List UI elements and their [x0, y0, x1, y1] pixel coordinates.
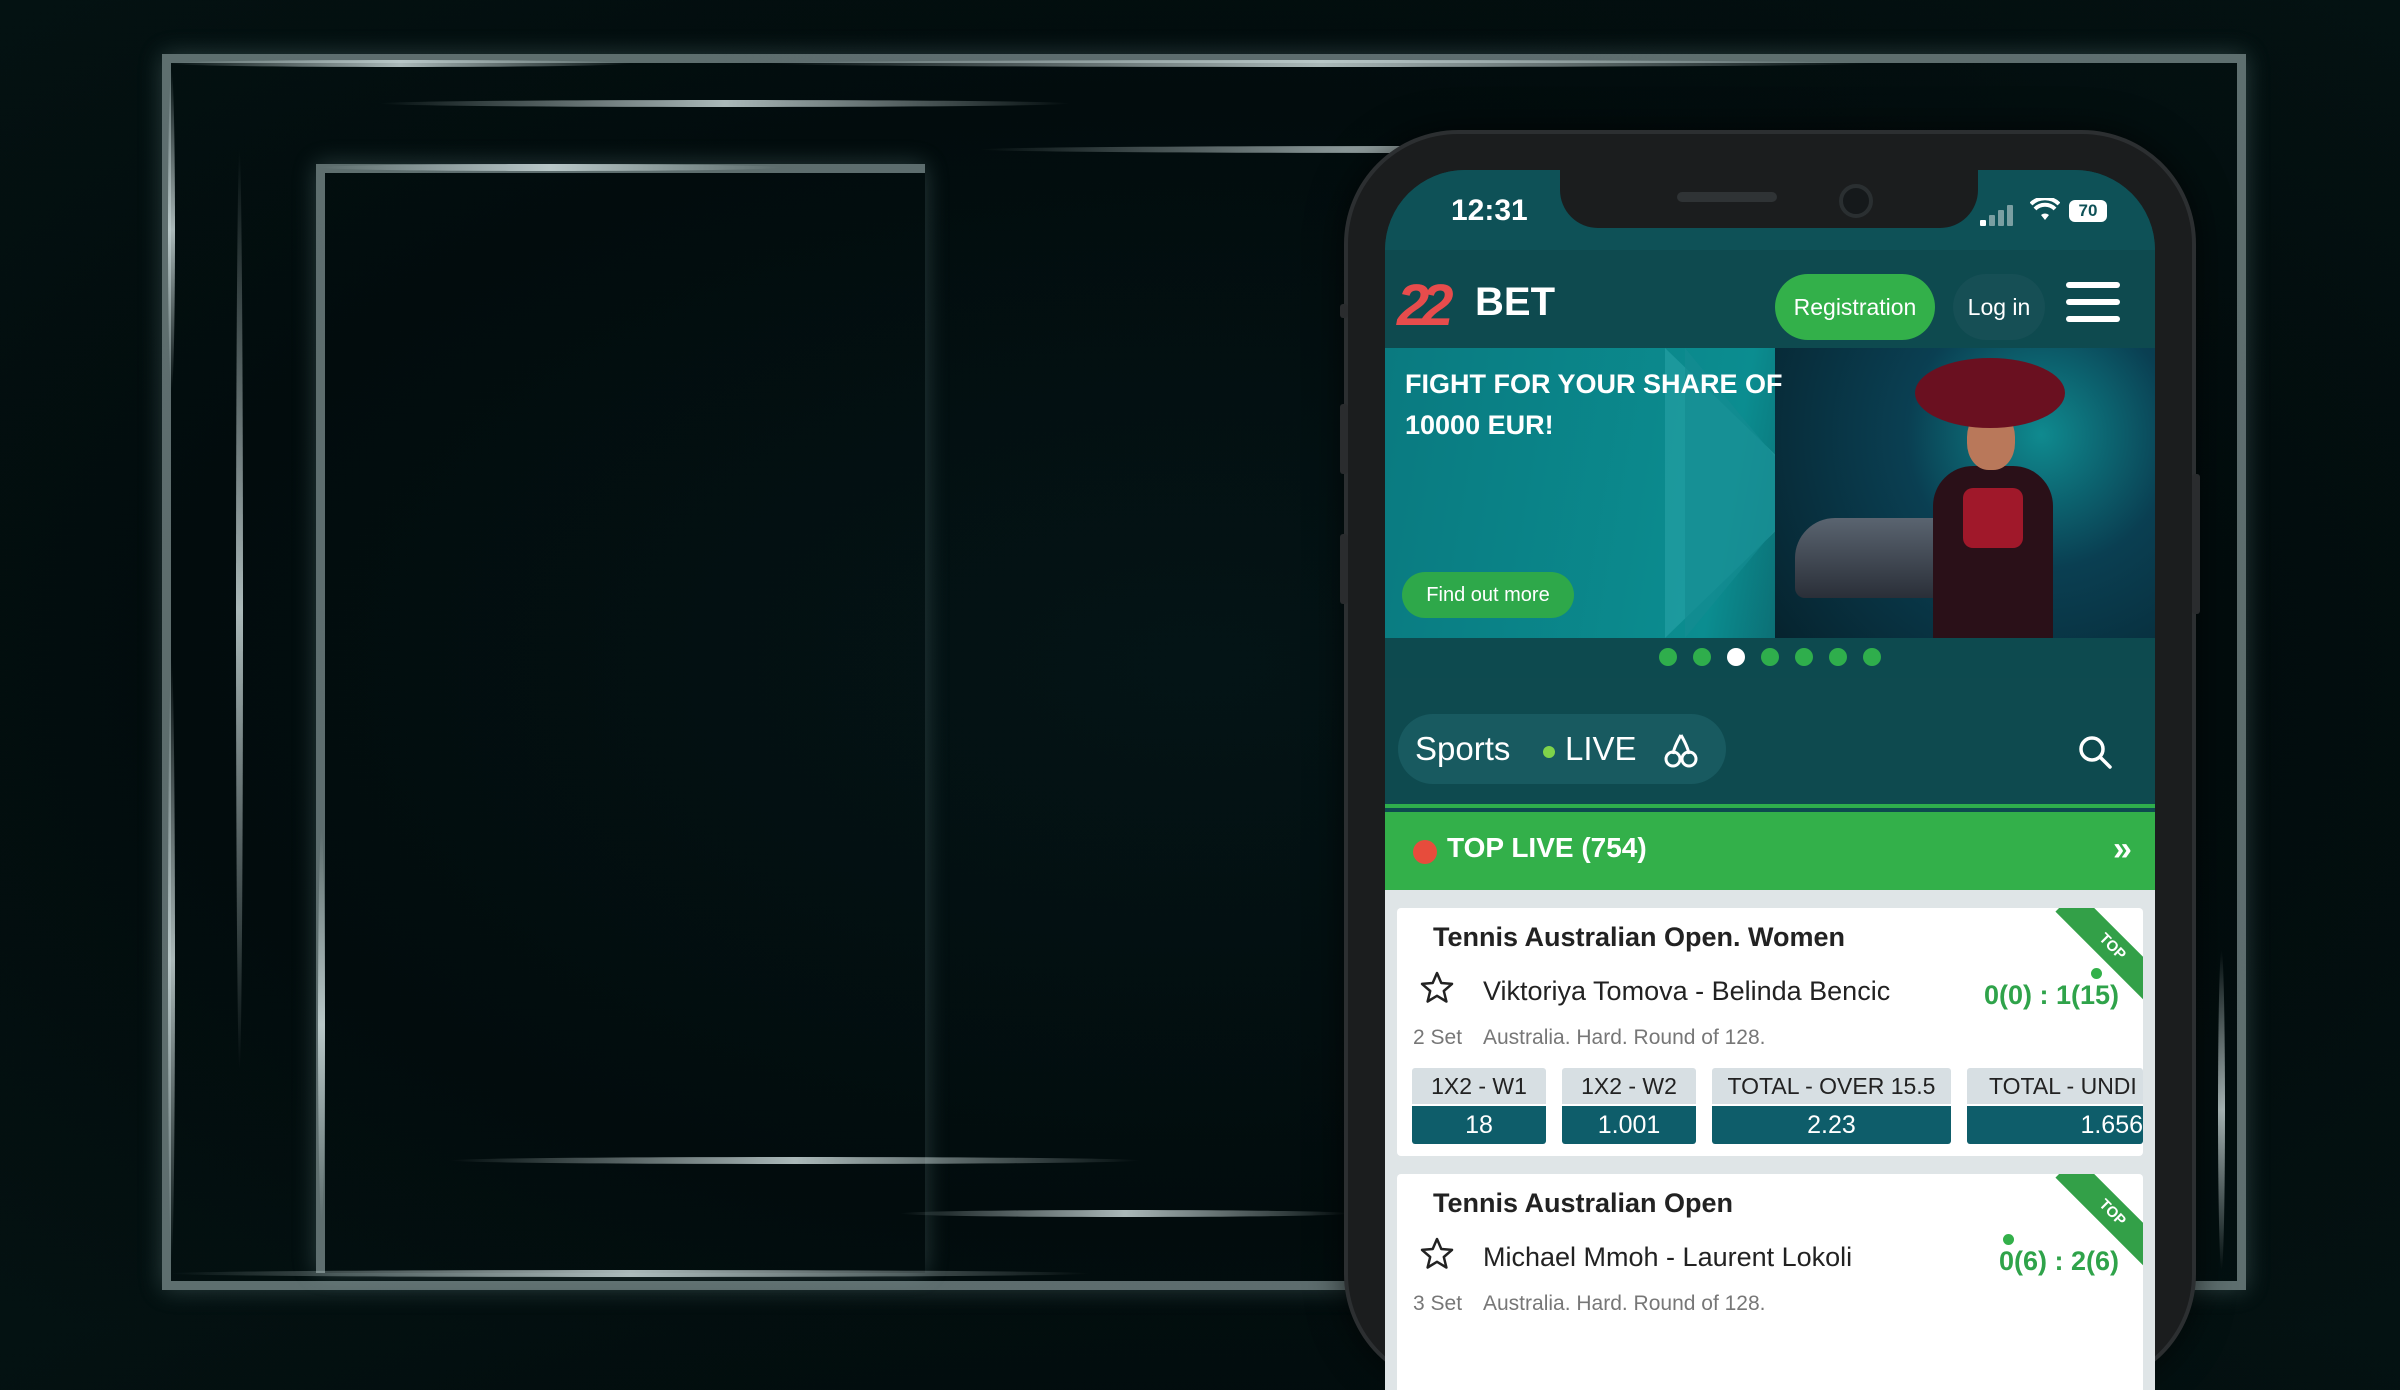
odd-label: TOTAL - UNDI	[1967, 1068, 2143, 1104]
phone-volume-down	[1340, 534, 1348, 604]
league-name: Tennis Australian Open	[1433, 1188, 1734, 1218]
site-header: 22 BET Registration Log in	[1385, 250, 2155, 348]
light-streak	[770, 60, 1870, 67]
odd-label: 1X2 - W2	[1562, 1068, 1696, 1104]
top-live-header[interactable]: TOP LIVE (754) »	[1385, 812, 2155, 890]
background-inner-frame	[316, 164, 925, 1273]
nav-live-tab[interactable]: LIVE	[1565, 730, 1637, 768]
22bet-logo[interactable]: 22 BET	[1397, 272, 1567, 338]
light-streak	[900, 1210, 1350, 1217]
cherries-icon[interactable]	[1663, 732, 1699, 768]
carousel-dot[interactable]	[1761, 648, 1779, 666]
speaker-grille	[1677, 192, 1777, 202]
live-indicator-dot	[1543, 746, 1555, 758]
woman-illustration-dress	[1963, 488, 2023, 548]
promo-banner[interactable]: FIGHT FOR YOUR SHARE OF 10000 EUR! Find …	[1385, 348, 2155, 638]
carousel-dots	[1385, 638, 2155, 678]
match-card[interactable]: TOP Tennis Australian Open Michael Mmoh …	[1397, 1174, 2143, 1390]
light-streak	[168, 660, 175, 1260]
star-icon[interactable]	[1419, 970, 1455, 1006]
hamburger-menu-icon[interactable]	[2066, 282, 2120, 326]
logo-mark: 22	[1397, 273, 1453, 338]
battery-indicator: 70	[2069, 200, 2107, 222]
light-streak	[318, 830, 325, 1220]
login-button[interactable]: Log in	[1953, 274, 2045, 340]
woman-illustration-hat	[1915, 358, 2065, 428]
live-record-icon	[1413, 840, 1437, 864]
carousel-dot[interactable]	[1795, 648, 1813, 666]
light-streak	[320, 164, 780, 171]
odd-cell[interactable]: 1X2 - W1 18	[1412, 1068, 1546, 1144]
nav-underline	[1385, 804, 2155, 808]
light-streak	[450, 1157, 1140, 1164]
find-out-more-button[interactable]: Find out more	[1402, 572, 1574, 618]
carousel-dot-active[interactable]	[1727, 648, 1745, 666]
odd-value: 2.23	[1712, 1106, 1951, 1144]
status-time: 12:31	[1451, 194, 1528, 227]
logo-text: BET	[1475, 280, 1555, 324]
nav-sports-tab[interactable]: Sports	[1415, 730, 1510, 768]
phone-screen: 12:31 70 22 BET Registration Log in FIGH…	[1385, 170, 2155, 1390]
phone-mockup: 12:31 70 22 BET Registration Log in FIGH…	[1340, 134, 2200, 1390]
odd-value: 18	[1412, 1106, 1546, 1144]
phone-volume-up	[1340, 404, 1348, 474]
odd-value: 1.656	[1967, 1106, 2143, 1144]
match-set: 3 Set	[1413, 1292, 1463, 1315]
carousel-dot[interactable]	[1829, 648, 1847, 666]
odd-cell[interactable]: TOTAL - OVER 15.5 2.23	[1712, 1068, 1951, 1144]
odd-cell[interactable]: TOTAL - UNDI 1.656	[1967, 1068, 2143, 1144]
status-bar: 12:31 70	[1385, 170, 2155, 250]
carousel-dot[interactable]	[1659, 648, 1677, 666]
match-score: 0(0) : 1(15)	[1983, 980, 2119, 1010]
sports-navbar: Sports LIVE	[1385, 678, 2155, 808]
odd-value: 1.001	[1562, 1106, 1696, 1144]
front-camera	[1839, 184, 1873, 218]
phone-side-button	[1340, 304, 1348, 318]
star-icon[interactable]	[1419, 1236, 1455, 1272]
cellular-signal-icon	[1980, 204, 2020, 226]
banner-title: FIGHT FOR YOUR SHARE OF 10000 EUR!	[1405, 369, 1783, 440]
phone-notch	[1560, 170, 1978, 228]
match-card[interactable]: TOP Tennis Australian Open. Women Viktor…	[1397, 908, 2143, 1156]
double-chevron-right-icon[interactable]: »	[2113, 830, 2132, 869]
match-teams: Michael Mmoh - Laurent Lokoli	[1483, 1242, 1853, 1272]
light-streak	[168, 70, 175, 390]
light-streak	[170, 1270, 1090, 1277]
light-streak	[2218, 950, 2225, 1270]
match-set: 2 Set	[1413, 1026, 1463, 1049]
match-info: Australia. Hard. Round of 128.	[1483, 1292, 1766, 1315]
search-icon[interactable]	[2077, 734, 2113, 770]
phone-power-button	[2192, 474, 2200, 614]
serve-indicator-dot	[2091, 968, 2102, 979]
wifi-icon	[2029, 196, 2061, 229]
carousel-dot[interactable]	[1693, 648, 1711, 666]
registration-button[interactable]: Registration	[1775, 274, 1935, 340]
odd-cell[interactable]: 1X2 - W2 1.001	[1562, 1068, 1696, 1144]
match-info: Australia. Hard. Round of 128.	[1483, 1026, 1766, 1049]
league-name: Tennis Australian Open. Women	[1433, 922, 1846, 952]
light-streak	[236, 150, 243, 1070]
light-streak	[170, 60, 630, 67]
serve-indicator-dot	[2003, 1234, 2014, 1245]
odd-label: 1X2 - W1	[1412, 1068, 1546, 1104]
odd-label: TOTAL - OVER 15.5	[1712, 1068, 1951, 1104]
match-teams: Viktoriya Tomova - Belinda Bencic	[1483, 976, 1891, 1006]
light-streak	[380, 100, 1070, 107]
carousel-dot[interactable]	[1863, 648, 1881, 666]
match-score: 0(6) : 2(6)	[1998, 1246, 2119, 1276]
top-live-title: TOP LIVE (754)	[1447, 832, 1647, 863]
